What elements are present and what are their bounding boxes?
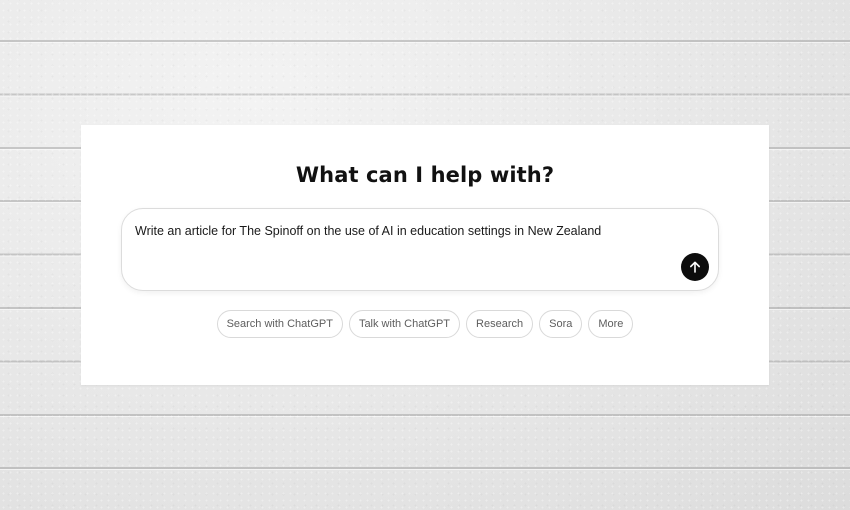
sora-chip[interactable]: Sora bbox=[539, 310, 583, 338]
suggestion-chips: Search with ChatGPT Talk with ChatGPT Re… bbox=[81, 310, 769, 338]
arrow-up-icon bbox=[690, 261, 700, 273]
send-button[interactable] bbox=[681, 253, 709, 281]
talk-with-chatgpt-chip[interactable]: Talk with ChatGPT bbox=[348, 310, 461, 338]
more-chip[interactable]: More bbox=[588, 310, 634, 338]
prompt-input-text[interactable]: Write an article for The Spinoff on the … bbox=[135, 224, 601, 238]
research-chip[interactable]: Research bbox=[466, 310, 534, 338]
search-with-chatgpt-chip[interactable]: Search with ChatGPT bbox=[216, 310, 343, 338]
page-title: What can I help with? bbox=[295, 163, 555, 187]
chat-start-panel: What can I help with? Write an article f… bbox=[81, 125, 769, 385]
prompt-composer[interactable]: Write an article for The Spinoff on the … bbox=[121, 208, 719, 291]
